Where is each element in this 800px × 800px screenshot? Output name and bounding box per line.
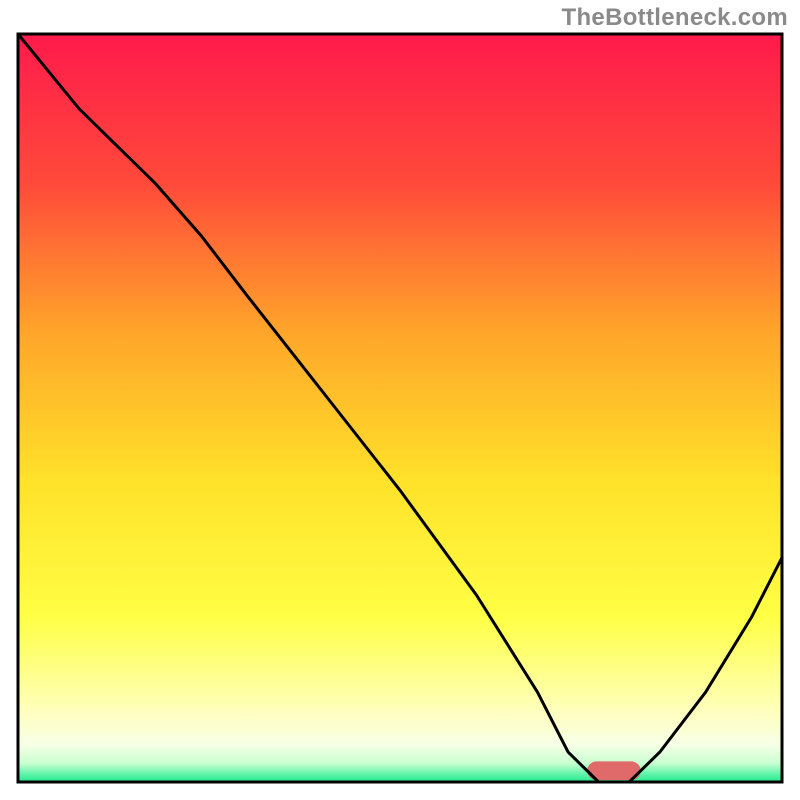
bottleneck-chart [0, 0, 800, 800]
watermark-label: TheBottleneck.com [562, 4, 788, 32]
chart-container: TheBottleneck.com [0, 0, 800, 800]
chart-background-gradient [18, 34, 782, 782]
